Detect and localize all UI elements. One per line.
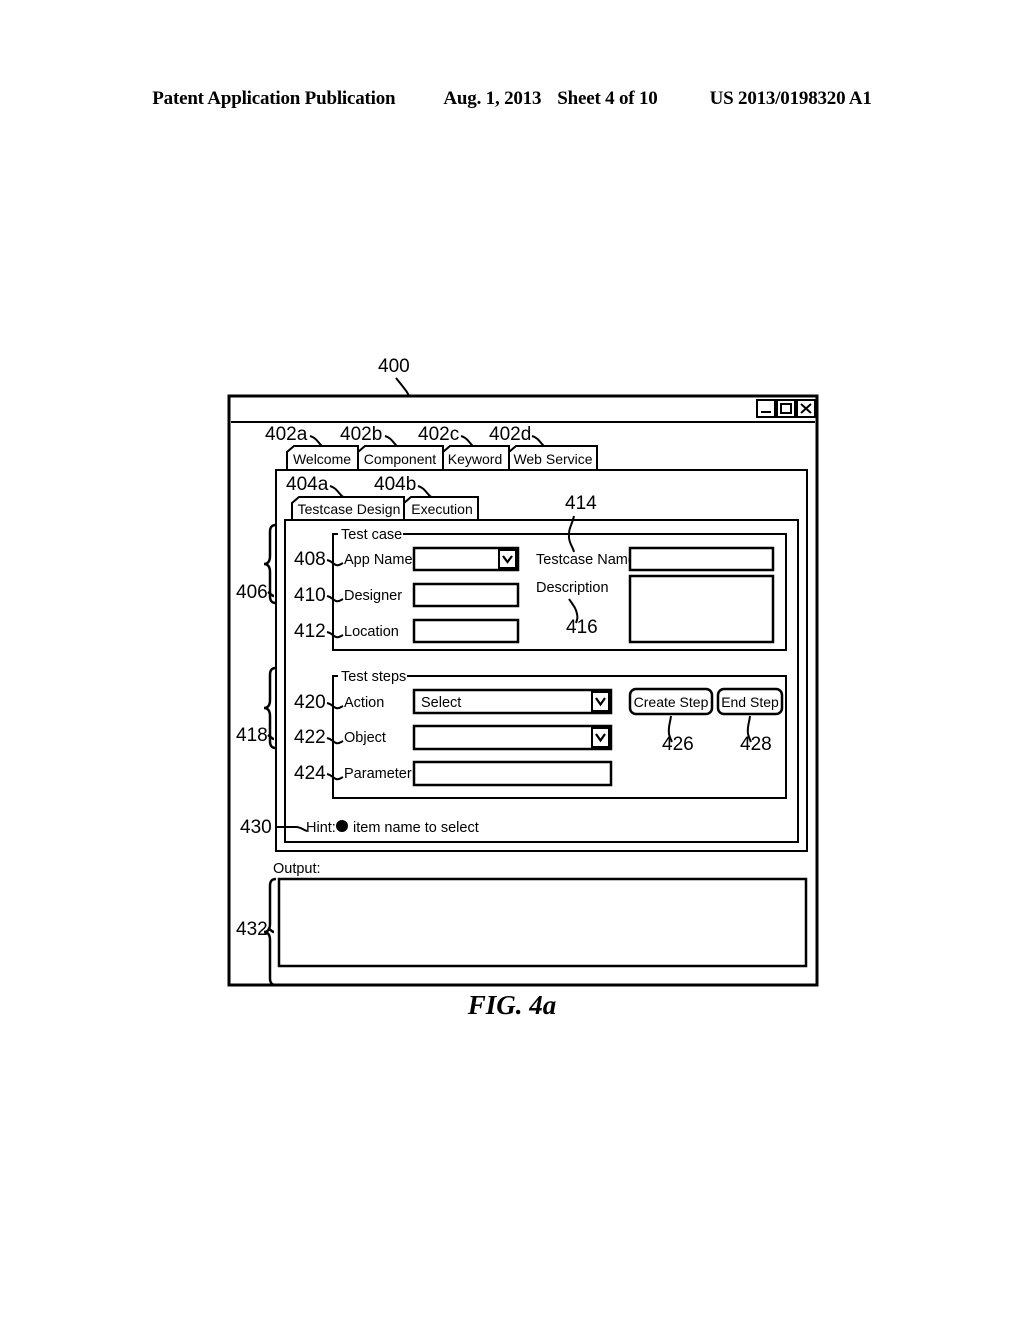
subtab-testcase-design-label: Testcase Design	[298, 501, 401, 517]
output-textarea[interactable]	[277, 877, 808, 968]
end-step-button-label: End Step	[721, 694, 779, 710]
ref-422: 422	[294, 727, 326, 748]
ref-402d: 402d	[489, 424, 531, 445]
ref-402a: 402a	[265, 424, 308, 445]
ref-400: 400	[378, 356, 410, 377]
description-label: Description	[536, 580, 609, 596]
tab-web-service-label: Web Service	[513, 451, 592, 467]
tab-welcome[interactable]: Welcome	[286, 445, 359, 471]
create-step-button-label: Create Step	[634, 694, 709, 710]
create-step-button[interactable]: Create Step	[628, 687, 714, 716]
figure-caption: FIG. 4a	[467, 990, 557, 1020]
ref-412: 412	[294, 621, 326, 642]
tab-component-label: Component	[364, 451, 436, 467]
ref-420: 420	[294, 692, 326, 713]
ref-404a: 404a	[286, 474, 329, 495]
minimize-button[interactable]	[756, 399, 776, 418]
app-name-chevron-down-icon[interactable]	[498, 549, 517, 569]
location-label: Location	[344, 624, 399, 640]
object-dropdown[interactable]	[412, 724, 613, 751]
tab-web-service[interactable]: Web Service	[508, 445, 598, 471]
location-input[interactable]	[412, 618, 520, 644]
designer-label: Designer	[344, 588, 402, 604]
tab-welcome-label: Welcome	[293, 451, 351, 467]
parameter-label: Parameter	[344, 766, 412, 782]
action-dropdown[interactable]: Select	[412, 688, 613, 715]
subtab-execution[interactable]: Execution	[403, 496, 479, 521]
object-chevron-down-icon[interactable]	[591, 727, 610, 748]
app-name-dropdown[interactable]	[412, 546, 520, 572]
end-step-button[interactable]: End Step	[716, 687, 784, 716]
tab-keyword-label: Keyword	[448, 451, 502, 467]
ref-428: 428	[740, 734, 772, 755]
testcase-name-input[interactable]	[628, 546, 775, 572]
ref-424: 424	[294, 763, 326, 784]
designer-input[interactable]	[412, 582, 520, 608]
tab-keyword[interactable]: Keyword	[442, 445, 510, 471]
ref-404b: 404b	[374, 474, 416, 495]
ref-402c: 402c	[418, 424, 459, 445]
action-label: Action	[344, 695, 384, 711]
description-textarea[interactable]	[628, 574, 775, 644]
app-name-label: App Name	[344, 552, 413, 568]
ref-408: 408	[294, 549, 326, 570]
maximize-button[interactable]	[776, 399, 796, 418]
ref-432: 432	[236, 919, 268, 940]
ref-418: 418	[236, 725, 268, 746]
testcase-group-legend: Test case	[341, 527, 402, 543]
hint-prefix: Hint:	[306, 820, 336, 836]
tab-component[interactable]: Component	[357, 445, 444, 471]
subtab-execution-label: Execution	[411, 501, 472, 517]
hint-row: Hint: item name to select	[306, 820, 479, 836]
teststeps-group-legend: Test steps	[341, 669, 406, 685]
ref-414: 414	[565, 493, 597, 514]
action-chevron-down-icon[interactable]	[591, 691, 610, 712]
ref-406: 406	[236, 582, 268, 603]
ref-430: 430	[240, 817, 272, 838]
ref-426: 426	[662, 734, 694, 755]
output-label: Output:	[273, 861, 321, 877]
subtab-testcase-design[interactable]: Testcase Design	[291, 496, 405, 521]
testcase-name-label: Testcase Name	[536, 552, 636, 568]
figure-4a-drawing: 400 402a 402b 402c 402d Welcome Componen…	[227, 356, 819, 987]
parameter-input[interactable]	[412, 760, 613, 787]
hint-text: item name to select	[353, 820, 479, 836]
action-value: Select	[421, 695, 461, 711]
ref-410: 410	[294, 585, 326, 606]
object-label: Object	[344, 730, 386, 746]
ref-402b: 402b	[340, 424, 382, 445]
close-button[interactable]	[796, 399, 816, 418]
ref-416: 416	[566, 617, 598, 638]
hint-bullet-icon	[336, 820, 348, 832]
